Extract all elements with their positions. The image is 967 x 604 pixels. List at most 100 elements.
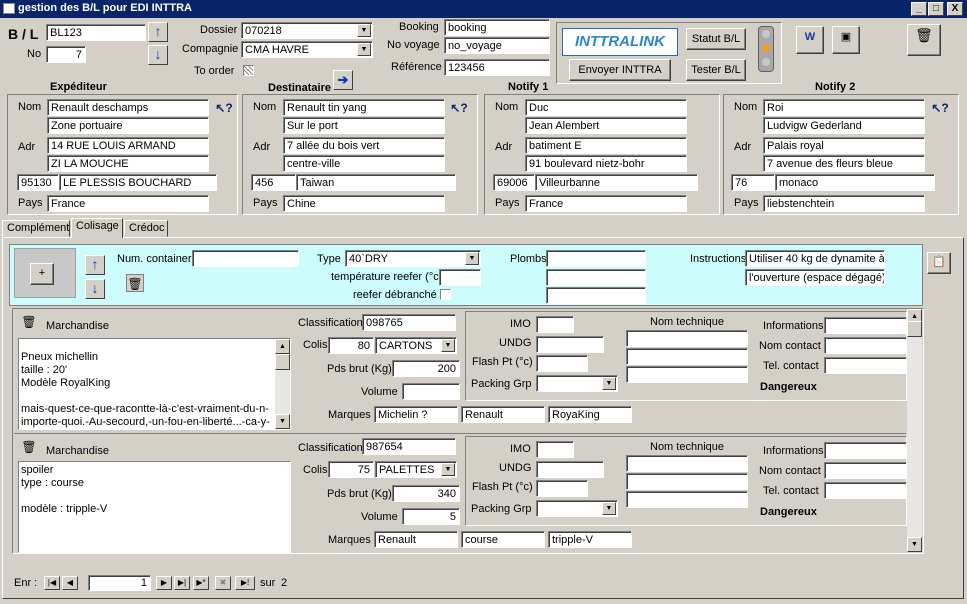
nom-technique-field-3[interactable] — [626, 366, 748, 383]
destinataire-cp[interactable]: 456 — [251, 174, 296, 191]
expediteur-adr1[interactable]: 14 RUE LOUIS ARMAND — [47, 137, 209, 154]
no-field[interactable]: 7 — [46, 46, 86, 63]
current-record-field[interactable]: 1 — [88, 575, 151, 591]
marchandise-text[interactable]: Pneux michellin taille : 20' Modèle RoyalK… — [18, 338, 291, 430]
notify2-cp[interactable]: 76 — [731, 174, 775, 191]
dropdown-icon[interactable]: ▼ — [602, 502, 616, 515]
expediteur-nom[interactable]: Renault deschamps — [47, 99, 209, 116]
scroll-thumb[interactable] — [907, 321, 922, 337]
dropdown-icon[interactable]: ▼ — [602, 377, 616, 390]
first-record-icon[interactable]: |◀ — [44, 576, 60, 590]
volume-field[interactable]: 5 — [402, 508, 460, 525]
undg-field[interactable] — [536, 336, 604, 353]
tab-colisage[interactable]: Colisage — [71, 218, 123, 238]
reference-field[interactable]: 123456 — [444, 59, 550, 76]
nom-contact-field[interactable] — [824, 337, 907, 354]
delete-goods-icon[interactable]: 🗑 — [20, 438, 38, 456]
scroll-up-icon[interactable]: ▲ — [275, 339, 290, 354]
container-down-arrow-icon[interactable]: ↓ — [85, 279, 105, 299]
plombs-field-1[interactable] — [546, 250, 646, 267]
informations-field[interactable] — [824, 317, 907, 334]
instructions-field-2[interactable]: l'ouverture (espace dégagé) — [745, 269, 885, 286]
type-select[interactable]: 40`DRY ▼ — [345, 250, 481, 267]
word-export-icon[interactable]: W — [796, 26, 824, 54]
notify2-adr1[interactable]: Palais royal — [763, 137, 925, 154]
destinataire-adr2[interactable]: centre-ville — [283, 155, 445, 172]
expediteur-cp[interactable]: 95130 — [17, 174, 59, 191]
tester-bl-button[interactable]: Tester B/L — [686, 59, 746, 81]
colis-field[interactable]: 75 — [328, 461, 374, 478]
bl-field[interactable]: BL123 — [46, 24, 146, 41]
plombs-field-3[interactable] — [546, 287, 646, 304]
envoyer-inttra-button[interactable]: Envoyer INTTRA — [569, 59, 671, 81]
copy-arrow-icon[interactable]: ➔ — [333, 70, 353, 90]
notify1-nom2[interactable]: Jean Alembert — [525, 117, 687, 134]
notify2-adr2[interactable]: 7 avenue des fleurs bleue — [763, 155, 925, 172]
destinataire-ville[interactable]: Taiwan — [296, 174, 456, 191]
instructions-field-1[interactable]: Utiliser 40 kg de dynamite à — [745, 250, 885, 267]
dropdown-icon[interactable]: ▼ — [357, 43, 371, 56]
expediteur-adr2[interactable]: ZI LA MOUCHE — [47, 155, 209, 172]
nom-technique-field-2[interactable] — [626, 473, 748, 490]
scroll-down-icon[interactable]: ▼ — [275, 414, 290, 429]
marchandise-text[interactable]: spoiler type : course modèle : tripple-V — [18, 461, 291, 553]
booking-field[interactable]: booking — [444, 19, 550, 36]
num-container-field[interactable] — [192, 250, 299, 267]
last-record-icon[interactable]: ▶| — [174, 576, 190, 590]
nom-technique-field-2[interactable] — [626, 348, 748, 365]
dropdown-icon[interactable]: ▼ — [465, 252, 479, 265]
destinataire-nom[interactable]: Renault tin yang — [283, 99, 445, 116]
colis-type-select[interactable]: CARTONS ▼ — [375, 337, 457, 354]
notify1-adr2[interactable]: 91 boulevard nietz-bohr — [525, 155, 687, 172]
notify1-cp[interactable]: 69006 — [493, 174, 535, 191]
classification-field[interactable]: 987654 — [362, 438, 456, 455]
nom-technique-field-1[interactable] — [626, 455, 748, 472]
lookup-icon[interactable]: ↖? — [449, 99, 469, 119]
to-order-checkbox[interactable] — [243, 65, 254, 76]
tel-contact-field[interactable] — [824, 482, 907, 499]
dropdown-icon[interactable]: ▼ — [357, 24, 371, 37]
goods-scrollbar[interactable]: ▲ ▼ — [907, 309, 922, 552]
dossier-select[interactable]: 070218 ▼ — [241, 22, 373, 39]
flash-field[interactable] — [536, 480, 588, 497]
expediteur-pays[interactable]: France — [47, 195, 209, 212]
prev-bl-arrow-icon[interactable]: ↑ — [148, 22, 168, 42]
marques-field-3[interactable]: tripple-V — [548, 531, 632, 548]
new-record-icon[interactable]: ▶* — [193, 576, 209, 590]
destinataire-nom2[interactable]: Sur le port — [283, 117, 445, 134]
imo-field[interactable] — [536, 441, 574, 458]
marques-field-2[interactable]: Renault — [461, 406, 545, 423]
compagnie-select[interactable]: CMA HAVRE ▼ — [241, 41, 373, 58]
marques-field-1[interactable]: Michelin ? — [374, 406, 458, 423]
reefer-debranche-checkbox[interactable] — [440, 289, 451, 300]
marques-field-3[interactable]: RoyaKing — [548, 406, 632, 423]
notify1-pays[interactable]: France — [525, 195, 687, 212]
destinataire-pays[interactable]: Chine — [283, 195, 445, 212]
flash-field[interactable] — [536, 355, 588, 372]
tab-complement[interactable]: Complément — [2, 220, 70, 237]
classification-field[interactable]: 098765 — [362, 314, 456, 331]
goto-record-icon[interactable]: ▶! — [235, 576, 255, 590]
imo-field[interactable] — [536, 316, 574, 333]
notify2-nom[interactable]: Roi — [763, 99, 925, 116]
dropdown-icon[interactable]: ▼ — [441, 463, 455, 476]
plombs-field-2[interactable] — [546, 269, 646, 286]
marques-field-2[interactable]: course — [461, 531, 545, 548]
close-button[interactable]: X — [947, 2, 963, 16]
prev-record-icon[interactable]: ◀ — [62, 576, 78, 590]
nom-technique-field-1[interactable] — [626, 330, 748, 347]
destinataire-adr1[interactable]: 7 allée du bois vert — [283, 137, 445, 154]
add-container-icon[interactable]: + — [30, 263, 54, 285]
expediteur-ville[interactable]: LE PLESSIS BOUCHARD — [59, 174, 217, 191]
lookup-icon[interactable]: ↖? — [214, 99, 234, 119]
informations-field[interactable] — [824, 442, 907, 459]
pds-field[interactable]: 340 — [392, 485, 460, 502]
volume-field[interactable] — [402, 383, 460, 400]
memo-scrollbar[interactable]: ▲ ▼ — [275, 339, 290, 429]
packing-select[interactable]: ▼ — [536, 500, 618, 517]
pds-field[interactable]: 200 — [392, 360, 460, 377]
statut-bl-button[interactable]: Statut B/L — [686, 28, 746, 50]
tel-contact-field[interactable] — [824, 357, 907, 374]
trash-icon[interactable]: 🗑 — [907, 24, 941, 56]
next-bl-arrow-icon[interactable]: ↓ — [148, 45, 168, 65]
